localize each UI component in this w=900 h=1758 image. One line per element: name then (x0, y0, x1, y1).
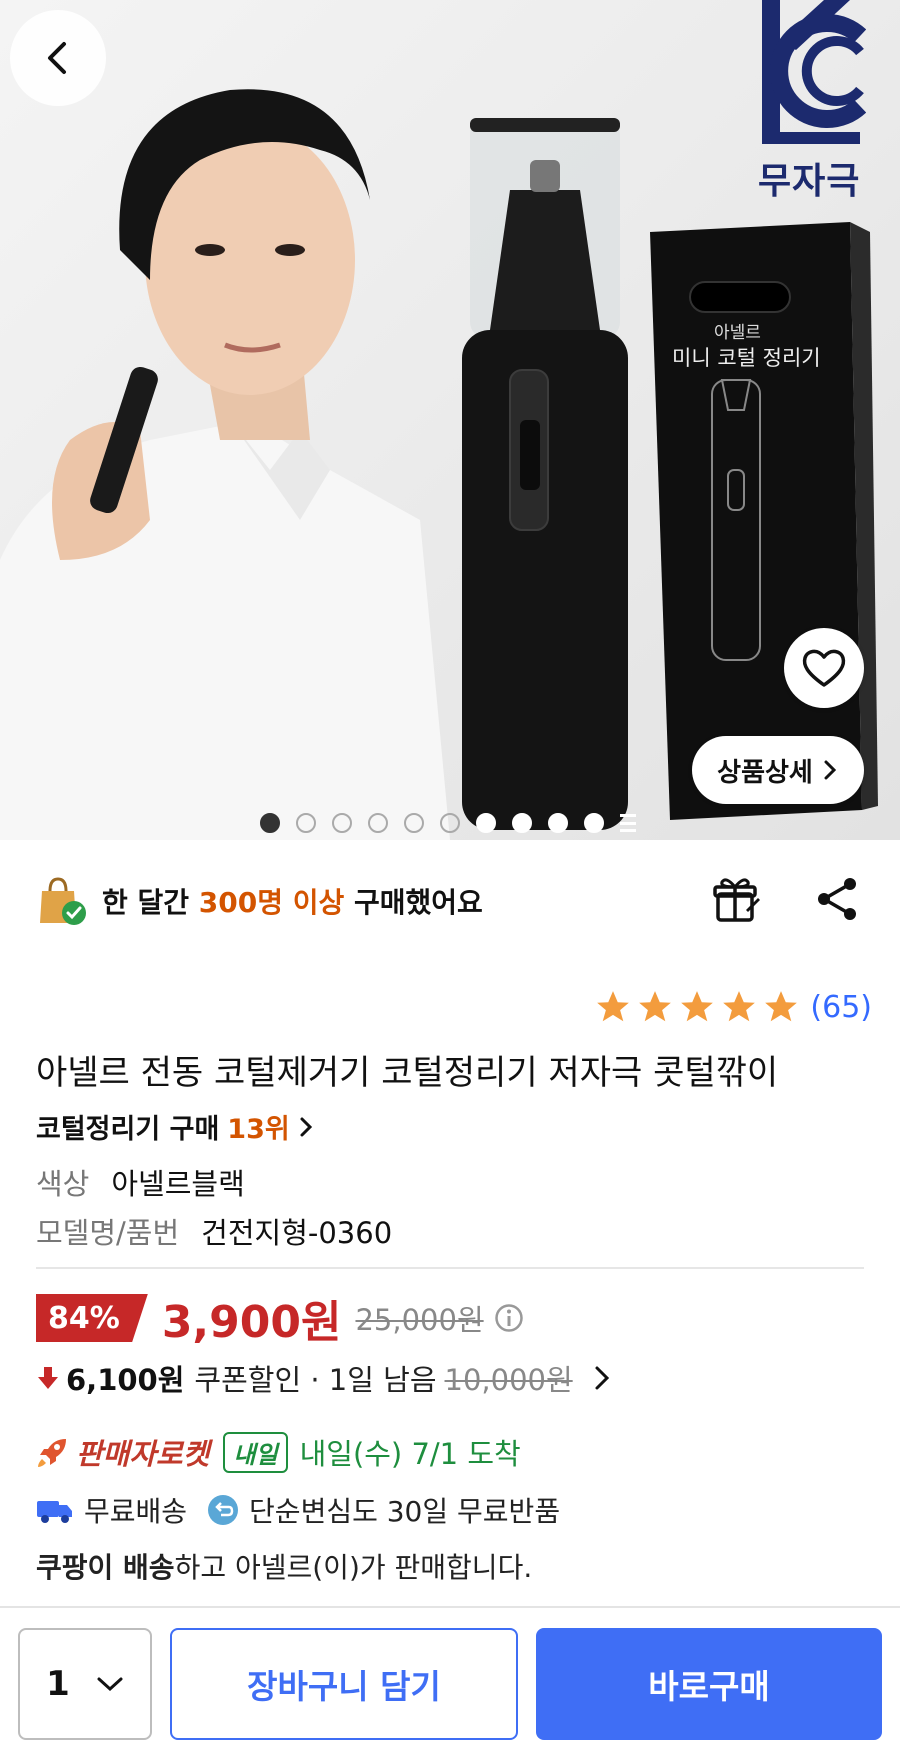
rocket-icon (38, 1439, 66, 1467)
quantity-value: 1 (46, 1664, 70, 1704)
carousel-indicator (260, 813, 636, 833)
buy-now-button[interactable]: 바로구매 (536, 1628, 882, 1740)
option-value: 아넬르블랙 (111, 1167, 245, 1201)
rocket-delivery-row: 판매자로켓 내일 내일(수) 7/1 도착 (36, 1430, 521, 1474)
original-price: 25,000원 (355, 1303, 484, 1337)
bottom-bar-divider (0, 1606, 900, 1608)
product-title: 아넬르 전동 코털제거기 코털정리기 저자극 콧털깎이 (36, 1053, 779, 1093)
box-brand-text: 아넬르 (714, 323, 761, 343)
carousel-dot[interactable] (296, 813, 316, 833)
product-detail-button[interactable]: 상품상세 (692, 736, 864, 804)
carousel-dot[interactable] (260, 813, 280, 833)
carousel-dot[interactable] (548, 813, 568, 833)
chevron-right-icon (824, 760, 836, 780)
rank-label: 코털정리기 구매 (36, 1114, 220, 1145)
truck-icon (37, 1501, 72, 1523)
option-row-color: 색상 아넬르블랙 (36, 1161, 245, 1203)
coupon-original-price: 10,000원 (444, 1363, 573, 1397)
option-row-model: 모델명/품번 건전지형-0360 (36, 1210, 392, 1252)
category-rank-link[interactable]: 코털정리기 구매 13위 (36, 1107, 314, 1146)
coupang-delivery-label: 쿠팡이 배송 (36, 1551, 175, 1584)
star-icon (597, 991, 630, 1022)
shopping-bag-check-icon (40, 877, 86, 925)
sale-price: 3,900원 (161, 1297, 342, 1348)
info-icon[interactable] (494, 1303, 524, 1333)
carousel-dot[interactable] (584, 813, 604, 833)
carousel-dot[interactable] (368, 813, 388, 833)
seller-rocket-label: 판매자로켓 (76, 1437, 210, 1471)
star-icon (639, 991, 672, 1022)
coupon-amount: 6,100원 (66, 1363, 185, 1397)
gift-icon[interactable] (712, 874, 762, 924)
carousel-dot[interactable] (332, 813, 352, 833)
option-label: 색상 (36, 1167, 90, 1201)
back-button[interactable] (10, 10, 106, 106)
heart-icon (802, 649, 846, 687)
wishlist-button[interactable] (784, 628, 864, 708)
discount-badge: 84% (36, 1294, 148, 1342)
review-count[interactable]: (65) (810, 990, 872, 1025)
coupon-text: 쿠폰할인 · 1일 남음 (194, 1363, 437, 1397)
share-icon[interactable] (812, 874, 862, 924)
arrow-down-icon (38, 1367, 58, 1389)
product-image-carousel[interactable]: 무자극 아넬르 미니 코털 정리기 상품상세 (0, 0, 900, 840)
carousel-dot[interactable] (440, 813, 460, 833)
purchase-text-prefix: 한 달간 (102, 886, 199, 919)
section-divider (36, 1267, 864, 1269)
more-images-icon[interactable] (620, 814, 636, 832)
star-icon (765, 991, 798, 1022)
shipping-return-row: 무료배송 단순변심도 30일 무료반품 (36, 1488, 580, 1532)
free-shipping-text: 무료배송 (84, 1495, 188, 1528)
add-to-cart-button[interactable]: 장바구니 담기 (170, 1628, 518, 1740)
chevron-down-icon (97, 1677, 123, 1692)
seller-info-text: 하고 아넬르(이)가 판매합니다. (174, 1551, 533, 1584)
rating-summary[interactable]: (65) (594, 988, 872, 1026)
price-row: 84% 3,900원 25,000원 (36, 1290, 524, 1348)
seller-info: 쿠팡이 배송하고 아넬르(이)가 판매합니다. (36, 1546, 532, 1586)
option-value: 건전지형-0360 (201, 1216, 393, 1250)
star-icon (681, 991, 714, 1022)
chevron-right-icon (595, 1366, 609, 1390)
return-icon (208, 1495, 239, 1525)
carousel-dot[interactable] (404, 813, 424, 833)
chevron-right-icon (300, 1117, 312, 1136)
carousel-dot[interactable] (476, 813, 496, 833)
free-return-text: 단순변심도 30일 무료반품 (249, 1495, 561, 1528)
product-detail-label: 상품상세 (717, 757, 813, 788)
star-icon (723, 991, 756, 1022)
box-product-name: 미니 코털 정리기 (672, 346, 821, 370)
option-label: 모델명/품번 (36, 1216, 180, 1250)
carousel-dot[interactable] (512, 813, 532, 833)
purchase-count-highlight: 300명 이상 (198, 886, 345, 919)
tomorrow-badge: 내일 (223, 1431, 288, 1473)
arrival-date: 내일(수) 7/1 도착 (299, 1437, 521, 1471)
purchase-text-suffix: 구매했어요 (344, 886, 483, 919)
chevron-left-icon (48, 42, 66, 74)
kc-label: 무자극 (758, 161, 861, 202)
quantity-select[interactable]: 1 (18, 1628, 152, 1740)
rank-value: 13위 (227, 1114, 290, 1145)
coupon-discount-row[interactable]: 6,100원 쿠폰할인 · 1일 남음 10,000원 (36, 1358, 617, 1398)
